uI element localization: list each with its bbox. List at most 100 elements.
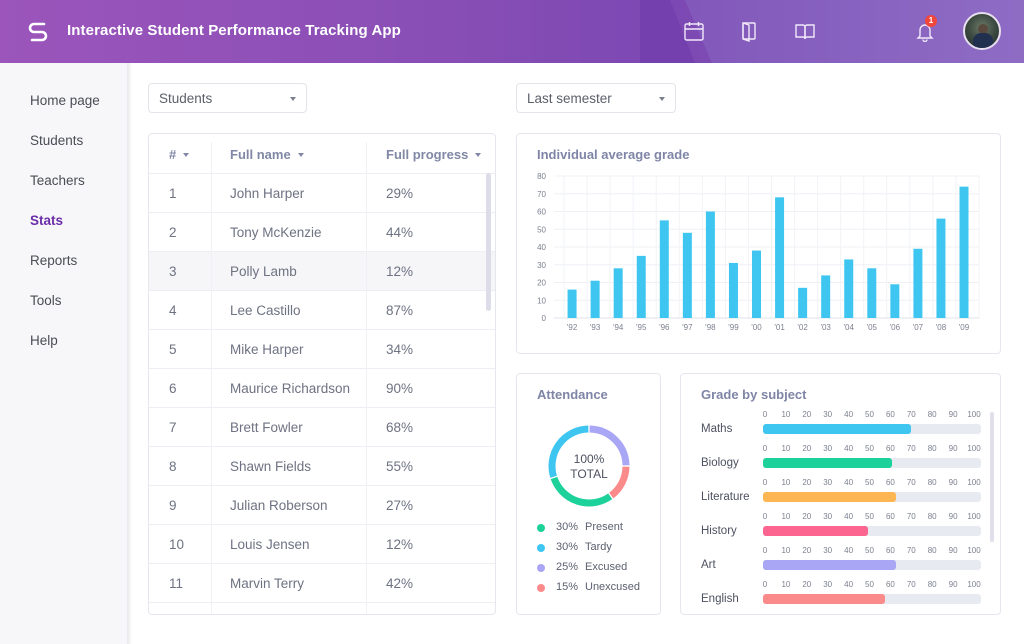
column-header-name[interactable]: Full name [230,134,304,173]
attendance-card: Attendance 100% TOTAL 30% Present 30% Tardy 2… [516,373,661,615]
donut-slice-unexcused[interactable] [609,466,630,499]
s-logo-icon[interactable] [27,20,49,42]
bar[interactable] [613,268,623,318]
bar[interactable] [890,284,900,318]
x-tick-label: 50 [865,444,874,453]
x-tick-label: 30 [823,410,833,419]
sidebar-item-help[interactable]: Help [30,333,58,348]
bar[interactable] [936,218,946,318]
x-tick-label: '97 [682,323,693,332]
sidebar-item-students[interactable]: Students [30,133,83,148]
cell-progress: 68% [386,420,414,435]
x-tick-label: '09 [959,323,970,332]
bar[interactable] [798,287,808,318]
cell-number: 8 [169,459,177,474]
x-tick-label: '07 [913,323,924,332]
legend-percent: 15% [556,581,579,593]
x-tick-label: '95 [636,323,647,332]
bar[interactable] [728,262,738,318]
cell-name: Louis Jensen [230,537,310,552]
sidebar-item-reports[interactable]: Reports [30,253,77,268]
bar[interactable] [752,250,762,318]
table-row[interactable]: 8 Shawn Fields 55% [149,446,495,485]
notification-badge: 1 [925,15,937,27]
sidebar-item-home[interactable]: Home page [30,93,100,108]
x-tick-label: 80 [927,444,937,453]
sidebar-item-teachers[interactable]: Teachers [30,173,85,188]
x-tick-label: 30 [823,546,833,555]
donut-center-value: 100% [574,452,605,466]
column-header-number[interactable]: # [169,134,190,173]
cell-progress: 42% [386,576,414,591]
sort-icon [183,153,190,157]
period-select[interactable]: Last semester [516,83,676,113]
y-tick-label: 70 [537,190,546,199]
x-tick-label: '96 [659,323,670,332]
cell-number: 11 [169,576,184,591]
table-row[interactable]: 9 Julian Roberson 27% [149,485,495,524]
column-header-progress[interactable]: Full progress [386,134,482,173]
chevron-down-icon [290,97,296,101]
user-avatar[interactable] [963,12,1001,50]
bar[interactable] [867,268,877,318]
x-tick-label: 90 [948,478,958,487]
subject-bar-art[interactable] [763,560,896,570]
table-row[interactable]: 2 Tony McKenzie 44% [149,212,495,251]
x-tick-label: 100 [967,580,981,589]
x-tick-label: 60 [885,512,895,521]
group-select[interactable]: Students [148,83,307,113]
subject-bar-history[interactable] [763,526,868,536]
bar[interactable] [590,280,600,318]
subject-label: History [701,525,737,537]
x-tick-label: 30 [823,444,833,453]
grade-by-subject-card: Grade by subject 0 10 20 30 40 50 60 70 80 90 100 M… [680,373,1001,615]
subject-bar-english[interactable] [763,594,886,604]
notebook-icon[interactable] [738,20,760,42]
subject-bar-literature[interactable] [763,492,896,502]
subject-bar-maths[interactable] [763,424,912,434]
x-tick-label: 70 [906,478,916,487]
table-row[interactable]: 1 John Harper 29% [149,173,495,212]
cell-progress: 90% [386,381,414,396]
cell-number: 1 [169,186,177,201]
cell-name: Mike Harper [230,342,304,357]
table-row[interactable]: 5 Mike Harper 34% [149,329,495,368]
subject-bar-biology[interactable] [763,458,892,468]
sidebar-item-stats[interactable]: Stats [30,213,63,228]
calendar-icon[interactable] [683,20,705,42]
bar[interactable] [705,211,715,319]
table-row[interactable]: 6 Maurice Richardson 90% [149,368,495,407]
bar[interactable] [636,255,646,318]
x-tick-label: '93 [590,323,601,332]
x-tick-label: '03 [820,323,831,332]
subject-scrollbar[interactable] [990,412,994,542]
sidebar-item-tools[interactable]: Tools [30,293,62,308]
subject-axis-ticks: 0 10 20 30 40 50 60 70 80 90 100 [763,512,981,522]
open-book-icon[interactable] [794,20,816,42]
bar[interactable] [682,232,692,318]
bar[interactable] [567,289,577,318]
table-row[interactable]: 7 Brett Fowler 68% [149,407,495,446]
attendance-title: Attendance [537,387,608,402]
table-row[interactable] [149,602,495,614]
bar[interactable] [775,197,785,318]
bar[interactable] [821,275,831,318]
bar[interactable] [659,220,669,318]
x-tick-label: '05 [867,323,878,332]
table-row[interactable]: 11 Marvin Terry 42% [149,563,495,602]
legend-percent: 30% [556,541,579,553]
x-tick-label: 80 [927,410,937,419]
table-row[interactable]: 4 Lee Castillo 87% [149,290,495,329]
table-row[interactable]: 10 Louis Jensen 12% [149,524,495,563]
x-tick-label: 10 [781,410,791,419]
bar[interactable] [844,259,854,318]
bar[interactable] [913,248,923,318]
table-scrollbar[interactable] [486,173,491,311]
donut-slice-present[interactable] [550,476,613,507]
cell-name: Shawn Fields [230,459,312,474]
table-row[interactable]: 3 Polly Lamb 12% [149,251,495,290]
x-tick-label: 40 [844,444,854,453]
column-header-label: Full progress [386,147,469,162]
cell-name: Brett Fowler [230,420,303,435]
bar[interactable] [959,186,969,318]
